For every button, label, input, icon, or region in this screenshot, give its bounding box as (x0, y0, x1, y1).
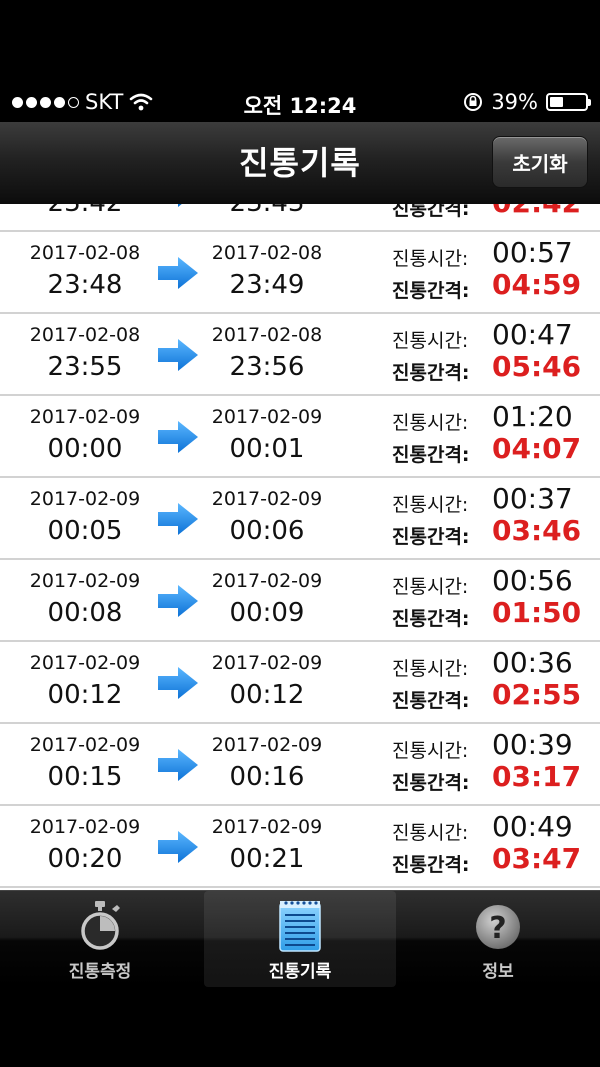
interval-value: 05:46 (492, 350, 582, 383)
duration-value: 00:39 (492, 728, 573, 761)
start-date: 2017-02-09 (29, 652, 141, 674)
tab-measure[interactable]: 진통측정 (0, 891, 200, 987)
end-time: 23:49 (229, 270, 305, 300)
interval-label: 진통간격: (392, 280, 470, 302)
duration-value: 00:36 (492, 646, 573, 679)
duration-label: 진통시간: (392, 330, 469, 352)
record-row[interactable]: 2017-02-09 00:00 2017-02-09 00:01 진통시간: … (0, 396, 600, 478)
interval-value: 04:59 (492, 268, 582, 301)
duration-label: 진통시간: (392, 494, 469, 516)
notepad-icon (279, 901, 321, 952)
interval-value: 04:07 (492, 432, 582, 465)
end-time: 00:09 (229, 598, 305, 628)
interval-label: 진통간격: (392, 204, 470, 220)
duration-label: 진통시간: (392, 822, 469, 844)
record-row[interactable]: 2017-02-08 23:55 2017-02-08 23:56 진통시간: … (0, 314, 600, 396)
duration-label: 진통시간: (392, 576, 469, 598)
start-date: 2017-02-09 (29, 570, 141, 592)
interval-label: 진통간격: (392, 608, 470, 630)
record-row[interactable]: 2017-02-09 00:15 2017-02-09 00:16 진통시간: … (0, 724, 600, 806)
end-date: 2017-02-09 (211, 488, 323, 510)
nav-bar: 진통기록 초기화 (0, 122, 600, 205)
end-time: 00:16 (229, 762, 305, 792)
partial-record-row: 23:42 23:43 진통간격: 02:42 (0, 204, 600, 232)
interval-label: 진통간격: (392, 444, 470, 466)
reset-button[interactable]: 초기화 (492, 136, 588, 188)
duration-value: 00:57 (492, 236, 573, 269)
end-date: 2017-02-09 (211, 570, 323, 592)
rotation-lock-icon (464, 93, 483, 111)
tab-records[interactable]: 진통기록 (204, 891, 396, 987)
interval-value: 02:55 (492, 678, 582, 711)
start-time: 00:12 (47, 680, 123, 710)
end-time: 00:01 (229, 434, 305, 464)
end-date: 2017-02-08 (211, 242, 323, 264)
start-date: 2017-02-09 (29, 816, 141, 838)
duration-value: 01:20 (492, 400, 573, 433)
record-row[interactable]: 2017-02-09 00:20 2017-02-09 00:21 진통시간: … (0, 806, 600, 888)
interval-label: 진통간격: (392, 772, 470, 794)
start-date: 2017-02-09 (29, 488, 141, 510)
interval-label: 진통간격: (392, 526, 470, 548)
interval-value: 01:50 (492, 596, 582, 629)
end-date: 2017-02-09 (211, 734, 323, 756)
interval-value: 02:42 (492, 204, 581, 219)
duration-label: 진통시간: (392, 412, 469, 434)
interval-value: 03:47 (492, 842, 582, 875)
start-time: 00:05 (47, 516, 123, 546)
tab-label: 진통측정 (68, 962, 132, 982)
end-date: 2017-02-09 (211, 816, 323, 838)
duration-label: 진통시간: (392, 740, 469, 762)
end-date: 2017-02-08 (211, 324, 323, 346)
tab-info[interactable]: ? 정보 (398, 891, 598, 987)
duration-label: 진통시간: (392, 248, 469, 270)
start-date: 2017-02-08 (29, 324, 141, 346)
start-time: 23:55 (47, 352, 123, 382)
start-time: 00:00 (47, 434, 123, 464)
record-row[interactable]: 2017-02-09 00:08 2017-02-09 00:09 진통시간: … (0, 560, 600, 642)
end-time: 00:12 (229, 680, 305, 710)
end-time: 23:43 (192, 204, 342, 218)
records-list[interactable]: 23:42 23:43 진통간격: 02:42 2017-02-08 23:48 (0, 204, 600, 890)
stopwatch-icon (81, 901, 120, 950)
tab-label: 진통기록 (268, 962, 332, 982)
tab-label: 정보 (482, 962, 514, 982)
start-time: 00:20 (47, 844, 123, 874)
question-icon: ? (476, 905, 520, 949)
battery-icon (546, 93, 591, 111)
duration-value: 00:47 (492, 318, 573, 351)
record-row[interactable]: 2017-02-08 23:48 2017-02-08 23:49 진통시간: … (0, 232, 600, 314)
start-date: 2017-02-09 (29, 734, 141, 756)
interval-value: 03:46 (492, 514, 582, 547)
interval-label: 진통간격: (392, 690, 470, 712)
interval-label: 진통간격: (392, 854, 470, 876)
duration-value: 00:37 (492, 482, 573, 515)
record-row[interactable]: 2017-02-09 00:05 2017-02-09 00:06 진통시간: … (0, 478, 600, 560)
tab-bar: 진통측정 진통기록 ? 정보 (0, 890, 600, 987)
status-bar: SKT 오전 12:24 39% (0, 84, 600, 122)
start-date: 2017-02-09 (29, 406, 141, 428)
battery-percent: 39% (491, 90, 538, 114)
start-time: 23:48 (47, 270, 123, 300)
start-time: 00:15 (47, 762, 123, 792)
end-date: 2017-02-09 (211, 406, 323, 428)
record-row[interactable]: 2017-02-09 00:12 2017-02-09 00:12 진통시간: … (0, 642, 600, 724)
start-date: 2017-02-08 (29, 242, 141, 264)
interval-label: 진통간격: (392, 362, 470, 384)
end-date: 2017-02-09 (211, 652, 323, 674)
start-time: 00:08 (47, 598, 123, 628)
duration-label: 진통시간: (392, 658, 469, 680)
duration-value: 00:56 (492, 564, 573, 597)
svg-text:?: ? (489, 911, 506, 946)
duration-value: 00:49 (492, 810, 573, 843)
start-time: 23:42 (10, 204, 160, 218)
end-time: 23:56 (229, 352, 305, 382)
end-time: 00:21 (229, 844, 305, 874)
interval-value: 03:17 (492, 760, 582, 793)
status-right: 39% (463, 90, 591, 114)
end-time: 00:06 (229, 516, 305, 546)
